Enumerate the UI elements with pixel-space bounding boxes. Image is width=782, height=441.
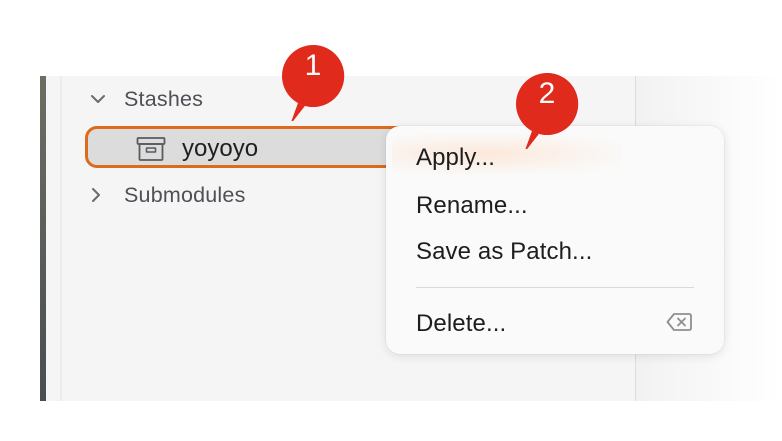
sidebar-inner-border [60,76,62,401]
archive-box-icon [136,136,166,167]
menu-item-save-as-patch[interactable]: Save as Patch... [416,238,592,266]
menu-item-delete[interactable]: Delete... [416,310,506,338]
chevron-down-icon[interactable] [90,93,124,105]
chevron-right-icon[interactable] [90,187,124,203]
menu-item-rename[interactable]: Rename... [416,192,528,220]
stashes-section-header[interactable]: Stashes [90,84,203,114]
context-menu: Apply... Rename... Save as Patch... Dele… [386,126,724,354]
callout-number-1: 1 [304,49,322,82]
stash-item-label: yoyoyo [182,135,259,162]
callout-badge-1: 1 [278,41,348,125]
menu-separator [416,287,694,288]
delete-backward-icon [666,312,692,337]
submodules-section-label: Submodules [124,182,246,207]
submodules-section-header[interactable]: Submodules [90,180,246,210]
menu-item-apply[interactable]: Apply... [416,144,495,172]
stashes-section-label: Stashes [124,86,204,111]
callout-badge-2: 2 [512,69,582,153]
stash-item-selected[interactable]: yoyoyo [85,126,415,168]
window-left-edge [40,76,46,401]
callout-number-2: 2 [538,77,556,110]
